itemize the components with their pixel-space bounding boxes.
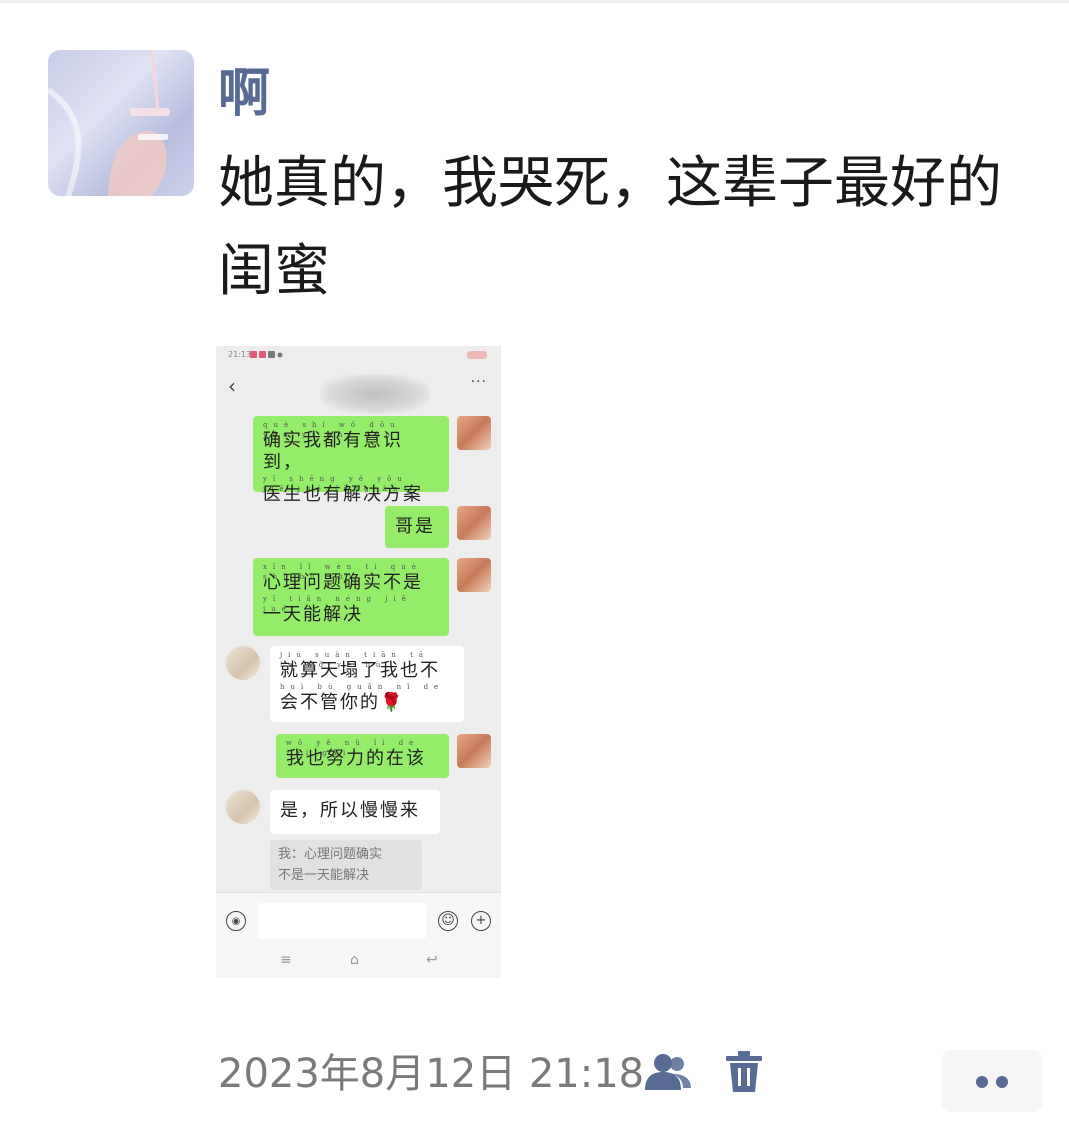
back-icon[interactable]: ↩	[426, 952, 438, 968]
emoji-icon[interactable]: ☺	[438, 911, 458, 931]
sent-message-bubble[interactable]: xīn lǐ wèn tí què shí bù shì 心理问题确实不是 yī t…	[253, 558, 449, 636]
more-dots-icon[interactable]: ···	[471, 374, 487, 390]
plus-icon[interactable]: +	[471, 911, 491, 931]
status-time: 21:13	[228, 350, 252, 359]
quoted-message: 我：心理问题确实 不是一天能解决	[270, 840, 422, 890]
trash-icon[interactable]	[724, 1050, 764, 1094]
message-text: 确实我都有意识到，	[263, 430, 403, 473]
pinyin-annotation: xīn lǐ wèn tí què shí bù shì	[263, 563, 422, 581]
post-text: 她真的，我哭死，这辈子最好的闺蜜	[218, 151, 1002, 304]
poster-name[interactable]: 啊	[218, 58, 270, 130]
pinyin-annotation: wǒ yě nǔ lì de zài gāi	[286, 739, 420, 757]
status-bar: 21:13	[216, 346, 501, 364]
message-text: 我也努力的在该	[286, 748, 426, 769]
pinyin-annotation: què shí wǒ dōu yǒu yì shí dào	[263, 421, 401, 439]
pinyin-annotation: huì bù guǎn nǐ de	[280, 683, 445, 691]
chat-input-bar: ◉ ☺ +	[216, 892, 501, 949]
received-message-bubble[interactable]: jiù suàn tiān tā le wǒ yě bù 就算天塌了我也不 huì …	[270, 646, 464, 722]
menu-icon[interactable]: ≡	[280, 952, 292, 968]
pinyin-annotation: yī tiān néng jiě jué	[263, 595, 412, 613]
back-chevron-icon[interactable]: ‹	[228, 374, 236, 398]
chat-nav-bar: ‹ ···	[216, 370, 501, 414]
author-avatar[interactable]	[48, 50, 194, 196]
friend-avatar[interactable]	[226, 790, 260, 824]
message-text: 一天能解决	[263, 604, 363, 625]
more-dot	[996, 1076, 1008, 1088]
post-timestamp: 2023年8月12日 21:18	[218, 1051, 645, 1097]
message-text: 会不管你的🌹	[280, 692, 405, 713]
received-message-bubble[interactable]: 是，所以慢慢来	[270, 790, 440, 834]
pinyin-annotation: yī shēng yě yǒu jiě jué fāng àn	[263, 475, 408, 493]
blurred-contact-name	[320, 374, 430, 414]
my-avatar[interactable]	[457, 506, 491, 540]
home-icon[interactable]: ⌂	[350, 952, 359, 968]
sent-message-bubble[interactable]: 哥是	[385, 506, 449, 548]
voice-icon[interactable]: ◉	[226, 911, 246, 931]
quote-line: 不是一天能解决	[278, 868, 370, 883]
message-text: 心理问题确实不是	[263, 572, 423, 593]
more-dot	[976, 1076, 988, 1088]
quote-line: 我：心理问题确实	[278, 847, 383, 862]
friend-avatar[interactable]	[226, 646, 260, 680]
my-avatar[interactable]	[457, 558, 491, 592]
message-input[interactable]	[258, 903, 426, 939]
message-text: 是，所以慢慢来	[280, 800, 420, 821]
message-text: 哥是	[395, 516, 435, 537]
my-avatar[interactable]	[457, 416, 491, 450]
message-text: 就算天塌了我也不	[280, 660, 440, 681]
people-icon[interactable]	[643, 1052, 693, 1092]
top-divider	[0, 0, 1069, 3]
more-actions-button[interactable]	[942, 1050, 1042, 1112]
sent-message-bubble[interactable]: què shí wǒ dōu yǒu yì shí dào 确实我都有意识到， yī…	[253, 416, 449, 505]
message-text: 医生也有解决方案	[263, 484, 423, 505]
battery-icon	[467, 351, 487, 359]
system-nav-bar: ≡ ⌂ ↩	[216, 948, 501, 978]
my-avatar[interactable]	[457, 734, 491, 768]
sent-message-bubble[interactable]: wǒ yě nǔ lì de zài gāi 我也努力的在该	[276, 734, 449, 778]
post-image-chat-screenshot[interactable]: 21:13 ‹ ··· què shí wǒ dōu yǒu yì shí dà…	[216, 346, 501, 978]
notification-icons	[250, 351, 283, 358]
pinyin-annotation: jiù suàn tiān tā le wǒ yě bù	[280, 651, 430, 669]
